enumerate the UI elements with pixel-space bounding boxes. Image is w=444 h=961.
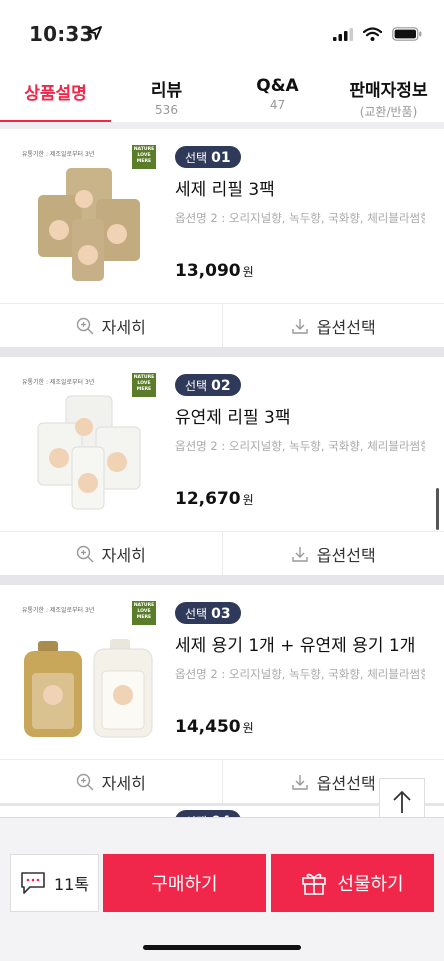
gift-label: 선물하기 [337, 874, 404, 895]
product-name: 세제 용기 1개 + 유연제 용기 1개 [175, 636, 416, 656]
tab-label: Q&A [256, 76, 299, 96]
product-card-main[interactable]: 유통기한 : 제조일로부터 3년 NATURE LOVE MERE 선택 03 세제 … [0, 585, 444, 759]
product-image: 유통기한 : 제조일로부터 3년 NATURE LOVE MERE [18, 143, 158, 289]
card-actions: 자세히 옵션선택 [0, 303, 444, 347]
card-divider [0, 575, 444, 585]
product-price: 12,670 원 [175, 489, 254, 509]
tab-reviews[interactable]: 리뷰 536 [111, 66, 222, 122]
battery-icon [392, 27, 422, 41]
tab-seller-info[interactable]: 판매자정보 (교환/반품) [333, 66, 444, 122]
product-image: 유통기한 : 제조일로부터 3년 NATURE LOVE MERE [18, 599, 158, 745]
brand-logo: NATURE LOVE MERE [132, 145, 156, 169]
wifi-icon [363, 27, 382, 41]
product-name: 세제 리필 3팩 [175, 180, 275, 200]
option-select-label: 옵션선택 [316, 773, 376, 793]
download-icon [292, 318, 308, 334]
option-select-button[interactable]: 옵션선택 [221, 304, 444, 347]
product-price: 13,090 원 [175, 261, 254, 281]
download-icon [292, 774, 308, 790]
product-image: 유통기한 : 제조일로부터 3년 NATURE LOVE MERE [18, 371, 158, 517]
product-name: 유연제 리필 3팩 [175, 408, 291, 428]
talk-count: 11톡 [53, 875, 90, 894]
chat-bubble-icon [21, 872, 45, 894]
option-select-label: 옵션선택 [316, 545, 376, 565]
tab-qna[interactable]: Q&A 47 [222, 66, 333, 122]
option-select-button[interactable]: 옵션선택 [221, 532, 444, 575]
product-card-main[interactable]: 유통기한 : 제조일로부터 3년 NATURE LOVE MERE 선택 02 유연제… [0, 357, 444, 531]
tabs-divider [0, 122, 444, 129]
tab-label: 상품설명 [24, 84, 87, 104]
product-tabs: 상품설명 리뷰 536 Q&A 47 판매자정보 (교환/반품) [0, 66, 444, 123]
card-divider [0, 347, 444, 357]
scroll-indicator[interactable] [436, 488, 439, 530]
zoom-in-icon [76, 317, 94, 334]
review-count: 536 [155, 103, 178, 117]
option-badge: 선택 02 [175, 374, 241, 396]
status-bar: 10:33 [0, 0, 444, 66]
qna-count: 47 [269, 98, 286, 112]
gift-icon [302, 873, 327, 895]
product-options: 옵션명 2 : 오리지널향, 녹두향, 국화향, 체리블라썸향, 쿨 [175, 439, 425, 453]
tab-sublabel: (교환/반품) [359, 105, 418, 119]
option-badge: 선택 01 [175, 146, 241, 168]
download-icon [292, 546, 308, 562]
tab-description[interactable]: 상품설명 [0, 66, 111, 123]
product-price: 14,450 원 [175, 717, 254, 737]
product-card-main[interactable]: 유통기한 : 제조일로부터 3년 NATURE LOVE MERE 선택 01 세제 … [0, 129, 444, 303]
buy-button[interactable]: 구매하기 [103, 854, 266, 912]
product-card: 유통기한 : 제조일로부터 3년 NATURE LOVE MERE 선택 02 유연제… [0, 357, 444, 575]
zoom-in-icon [76, 545, 94, 562]
detail-button[interactable]: 자세히 [0, 304, 222, 347]
option-badge: 선택04 [175, 810, 241, 817]
tab-label: 판매자정보 [349, 81, 428, 101]
product-options: 옵션명 2 : 오리지널향, 녹두향, 국화향, 체리블라썸향, 쿨 [175, 211, 425, 225]
product-options: 옵션명 2 : 오리지널향, 녹두향, 국화향, 체리블라썸향, 쿨 [175, 667, 425, 681]
detail-label: 자세히 [101, 317, 146, 337]
talk-button[interactable]: 11톡 [10, 854, 99, 912]
option-badge: 선택 03 [175, 602, 241, 624]
detail-label: 자세히 [101, 773, 146, 793]
card-actions: 자세히 옵션선택 [0, 531, 444, 575]
brand-logo: NATURE LOVE MERE [132, 601, 156, 625]
option-select-label: 옵션선택 [316, 317, 376, 337]
product-card: 유통기한 : 제조일로부터 3년 NATURE LOVE MERE 선택 01 세제 … [0, 129, 444, 347]
card-actions: 자세히 옵션선택 [0, 759, 444, 803]
cellular-signal-icon [333, 27, 353, 41]
location-arrow-icon [88, 26, 102, 40]
thumb-caption: 유통기한 : 제조일로부터 3년 [22, 151, 95, 158]
status-time: 10:33 [29, 22, 94, 46]
brand-logo: NATURE LOVE MERE [132, 373, 156, 397]
bottom-action-bar: 11톡 구매하기 선물하기 [0, 817, 444, 961]
arrow-up-icon [393, 790, 411, 813]
zoom-in-icon [76, 773, 94, 790]
thumb-caption: 유통기한 : 제조일로부터 3년 [22, 607, 95, 614]
home-indicator [143, 945, 301, 950]
buy-label: 구매하기 [151, 874, 218, 895]
thumb-caption: 유통기한 : 제조일로부터 3년 [22, 379, 95, 386]
gift-button[interactable]: 선물하기 [271, 854, 434, 912]
next-card-peek: 선택04 [0, 806, 444, 817]
product-card: 유통기한 : 제조일로부터 3년 NATURE LOVE MERE 선택 03 세제 … [0, 585, 444, 803]
detail-button[interactable]: 자세히 [0, 532, 222, 575]
detail-button[interactable]: 자세히 [0, 760, 222, 803]
detail-label: 자세히 [101, 545, 146, 565]
tab-label: 리뷰 [150, 81, 183, 101]
